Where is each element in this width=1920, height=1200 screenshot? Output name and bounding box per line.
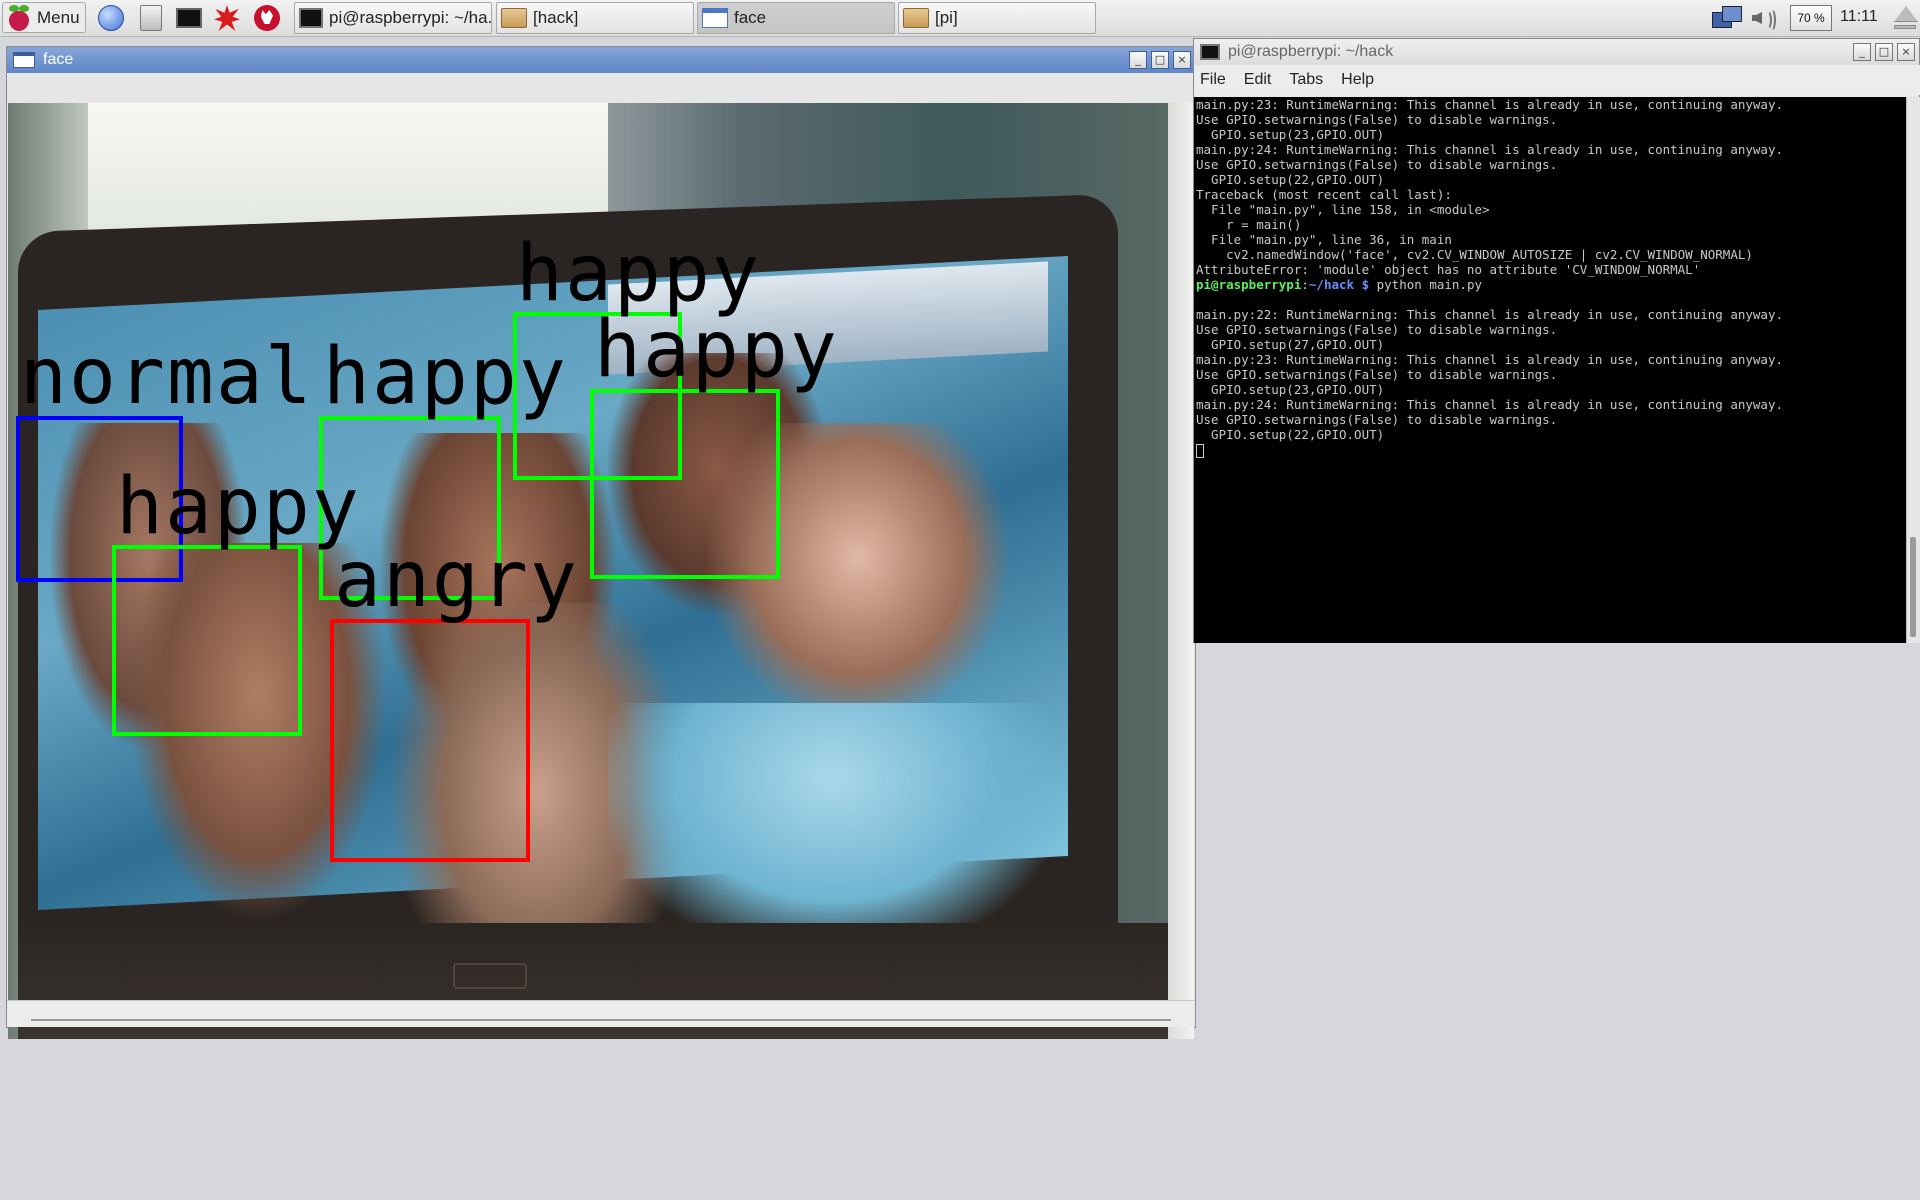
folder-icon <box>903 8 929 28</box>
terminal-line: File "main.py", line 36, in main <box>1196 232 1452 247</box>
terminal-line: main.py:24: RuntimeWarning: This channel… <box>1196 142 1783 157</box>
dell-logo <box>453 963 527 989</box>
menu-tabs[interactable]: Tabs <box>1289 71 1323 89</box>
volume-icon[interactable] <box>1750 6 1780 32</box>
terminal-line: GPIO.setup(23,GPIO.OUT) <box>1196 127 1385 142</box>
emotion-label-1: normal <box>20 332 314 422</box>
eject-icon[interactable] <box>1894 6 1918 30</box>
terminal-line: GPIO.setup(23,GPIO.OUT) <box>1196 382 1385 397</box>
prompt-command: python main.py <box>1369 277 1482 292</box>
close-button[interactable]: × <box>1173 51 1191 69</box>
face-titlebar[interactable]: face _ □ × <box>7 47 1195 73</box>
face-box-4 <box>330 619 530 862</box>
terminal-line: cv2.namedWindow('face', cv2.CV_WINDOW_AU… <box>1196 247 1753 262</box>
mathematica-icon <box>214 5 240 31</box>
terminal-line: AttributeError: 'module' object has no a… <box>1196 262 1701 277</box>
emotion-label-5: happy <box>516 229 761 319</box>
text-cursor <box>1196 443 1204 458</box>
prompt-user: pi@raspberrypi <box>1196 277 1302 292</box>
scrollbar-thumb[interactable] <box>1910 537 1916 637</box>
terminal-line: GPIO.setup(27,GPIO.OUT) <box>1196 337 1385 352</box>
raspberry-pi-logo-icon <box>7 4 31 31</box>
terminal-line: main.py:24: RuntimeWarning: This channel… <box>1196 397 1783 412</box>
task-face[interactable]: face <box>697 2 895 34</box>
terminal-line: Use GPIO.setwarnings(False) to disable w… <box>1196 112 1558 127</box>
emotion-label-3: happy <box>323 332 568 422</box>
terminal-line: GPIO.setup(22,GPIO.OUT) <box>1196 427 1385 442</box>
close-button[interactable]: × <box>1897 43 1915 61</box>
task-label: [hack] <box>533 8 579 27</box>
task-label: face <box>734 8 767 27</box>
face-box-6 <box>590 389 780 579</box>
terminal-output[interactable]: main.py:23: RuntimeWarning: This channel… <box>1194 97 1906 643</box>
terminal-scrollbar[interactable] <box>1906 97 1920 643</box>
file-manager-launcher[interactable] <box>136 4 166 32</box>
mathematica-launcher[interactable] <box>212 4 242 32</box>
menu-help[interactable]: Help <box>1341 71 1374 89</box>
maximize-button[interactable]: □ <box>1151 51 1169 69</box>
menu-button[interactable]: Menu <box>2 2 86 33</box>
horizontal-scrollbar[interactable] <box>31 1019 1171 1021</box>
terminal-icon <box>299 8 323 28</box>
task-terminal[interactable]: pi@raspberrypi: ~/ha... <box>294 2 492 34</box>
task-label: [pi] <box>935 8 958 27</box>
terminal-line: Use GPIO.setwarnings(False) to disable w… <box>1196 412 1558 427</box>
terminal-line: main.py:23: RuntimeWarning: This channel… <box>1196 97 1783 112</box>
window-icon <box>13 52 35 68</box>
right-edge <box>1168 103 1194 1039</box>
terminal-line: main.py:23: RuntimeWarning: This channel… <box>1196 352 1783 367</box>
terminal-icon <box>176 8 202 28</box>
menu-edit[interactable]: Edit <box>1244 71 1272 89</box>
terminal-line: r = main() <box>1196 217 1302 232</box>
folder-icon <box>501 8 527 28</box>
terminal-icon <box>1200 44 1220 60</box>
taskbar: Menu pi@raspberrypi: ~/ha... [hack] face… <box>0 0 1920 37</box>
menu-file[interactable]: File <box>1200 71 1226 89</box>
camera-feed: normal happy happy angry happy happy <box>8 103 1194 1039</box>
terminal-line: GPIO.setup(22,GPIO.OUT) <box>1196 172 1385 187</box>
prompt-separator: : <box>1301 277 1309 292</box>
window-title: pi@raspberrypi: ~/hack <box>1228 43 1394 60</box>
task-pi-folder[interactable]: [pi] <box>898 2 1096 34</box>
emotion-label-6: happy <box>594 305 839 395</box>
minimize-button[interactable]: _ <box>1853 43 1871 61</box>
window-icon <box>702 8 728 28</box>
face-box-2 <box>112 545 302 736</box>
terminal-launcher[interactable] <box>174 4 204 32</box>
shirts <box>608 703 1058 953</box>
emotion-label-4: angry <box>334 535 579 625</box>
wolfram-icon <box>254 5 280 31</box>
task-label: pi@raspberrypi: ~/ha... <box>329 8 492 27</box>
prompt-line: pi@raspberrypi:~/hack $ python main.py <box>1196 277 1906 292</box>
terminal-titlebar[interactable]: pi@raspberrypi: ~/hack _ □ × <box>1194 39 1919 65</box>
terminal-line: main.py:22: RuntimeWarning: This channel… <box>1196 307 1783 322</box>
terminal-line: Use GPIO.setwarnings(False) to disable w… <box>1196 322 1558 337</box>
task-hack-folder[interactable]: [hack] <box>496 2 694 34</box>
wolfram-launcher[interactable] <box>252 4 282 32</box>
clock[interactable]: 11:11 <box>1840 8 1878 26</box>
window-title: face <box>43 51 74 68</box>
file-manager-icon <box>140 5 162 31</box>
terminal-window: pi@raspberrypi: ~/hack _ □ × File Edit T… <box>1193 38 1920 643</box>
terminal-menubar: File Edit Tabs Help <box>1194 65 1920 95</box>
network-icon[interactable] <box>1712 4 1742 30</box>
browser-icon <box>98 5 124 31</box>
terminal-line: Use GPIO.setwarnings(False) to disable w… <box>1196 157 1558 172</box>
terminal-line: Use GPIO.setwarnings(False) to disable w… <box>1196 367 1558 382</box>
terminal-line: File "main.py", line 158, in <module> <box>1196 202 1490 217</box>
terminal-line: Traceback (most recent call last): <box>1196 187 1452 202</box>
browser-launcher[interactable] <box>96 4 126 32</box>
prompt-path: ~/hack $ <box>1308 277 1370 292</box>
emotion-label-2: happy <box>116 462 361 552</box>
face-window: face _ □ × normal happy happy angry happ… <box>6 46 1196 1039</box>
minimize-button[interactable]: _ <box>1129 51 1147 69</box>
face-toolbar <box>7 73 1195 103</box>
face-statusbar <box>7 1000 1195 1027</box>
maximize-button[interactable]: □ <box>1875 43 1893 61</box>
menu-label: Menu <box>37 7 80 27</box>
cpu-monitor[interactable]: 70 % <box>1790 5 1832 31</box>
